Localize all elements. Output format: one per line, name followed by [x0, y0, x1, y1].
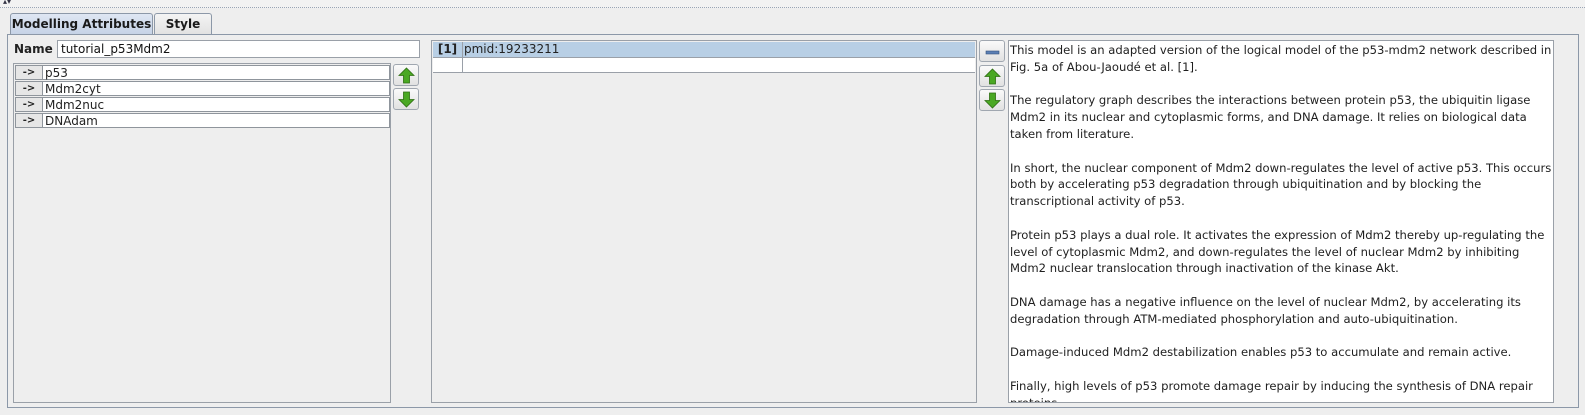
list-item-label[interactable]: Mdm2nuc [43, 97, 390, 112]
list-item[interactable]: -> DNAdam [15, 113, 390, 129]
reference-move-down-button[interactable] [979, 89, 1005, 111]
list-item[interactable]: -> p53 [15, 65, 390, 81]
reference-index: [1] [433, 42, 463, 57]
link-arrow-button[interactable]: -> [15, 113, 43, 128]
link-arrow-button[interactable]: -> [15, 65, 43, 80]
tab-modelling-attributes[interactable]: Modelling Attributes [10, 13, 153, 34]
links-list[interactable]: -> p53 -> Mdm2cyt -> Mdm2nuc -> DNAdam [13, 63, 391, 403]
reference-value[interactable]: pmid:19233211 [464, 42, 559, 57]
list-item-label[interactable]: p53 [43, 65, 390, 80]
green-arrow-down-icon [984, 92, 1001, 109]
reference-index [433, 58, 463, 72]
remove-reference-button[interactable] [979, 40, 1005, 62]
notes-paragraph: Protein p53 plays a dual role. It activa… [1010, 227, 1545, 276]
collapse-expand-icon[interactable]: ▴▾ [3, 0, 11, 7]
link-arrow-button[interactable]: -> [15, 97, 43, 112]
name-label: Name [14, 42, 53, 56]
notes-paragraph: DNA damage has a negative influence on t… [1010, 294, 1521, 326]
notes-paragraph: This model is an adapted version of the … [1010, 43, 1552, 74]
tab-style[interactable]: Style [154, 13, 212, 34]
notes-paragraph: The regulatory graph describes the inter… [1010, 93, 1531, 141]
reference-move-up-button[interactable] [979, 65, 1005, 87]
split-pane-divider[interactable]: ▴▾ [0, 0, 1585, 8]
list-item-label[interactable]: DNAdam [43, 113, 390, 128]
notes-paragraph: In short, the nuclear component of Mdm2 … [1010, 160, 1552, 209]
green-arrow-up-icon [984, 68, 1001, 85]
move-up-button[interactable] [393, 64, 419, 86]
list-item[interactable]: -> Mdm2cyt [15, 81, 390, 97]
notes-paragraph: Damage-induced Mdm2 destabilization enab… [1010, 345, 1512, 360]
minus-icon [985, 50, 1000, 55]
green-arrow-up-icon [398, 67, 415, 84]
list-item-label[interactable]: Mdm2cyt [43, 81, 390, 96]
green-arrow-down-icon [398, 91, 415, 108]
table-row[interactable]: [1] pmid:19233211 [433, 42, 975, 58]
list-item[interactable]: -> Mdm2nuc [15, 97, 390, 113]
name-input[interactable] [57, 40, 420, 58]
move-down-button[interactable] [393, 88, 419, 110]
references-table[interactable]: [1] pmid:19233211 [431, 40, 977, 403]
link-arrow-button[interactable]: -> [15, 81, 43, 96]
table-row[interactable] [433, 58, 975, 73]
notes-text-area[interactable]: This model is an adapted version of the … [1008, 40, 1554, 403]
notes-paragraph: Finally, high levels of p53 promote dama… [1010, 378, 1533, 403]
